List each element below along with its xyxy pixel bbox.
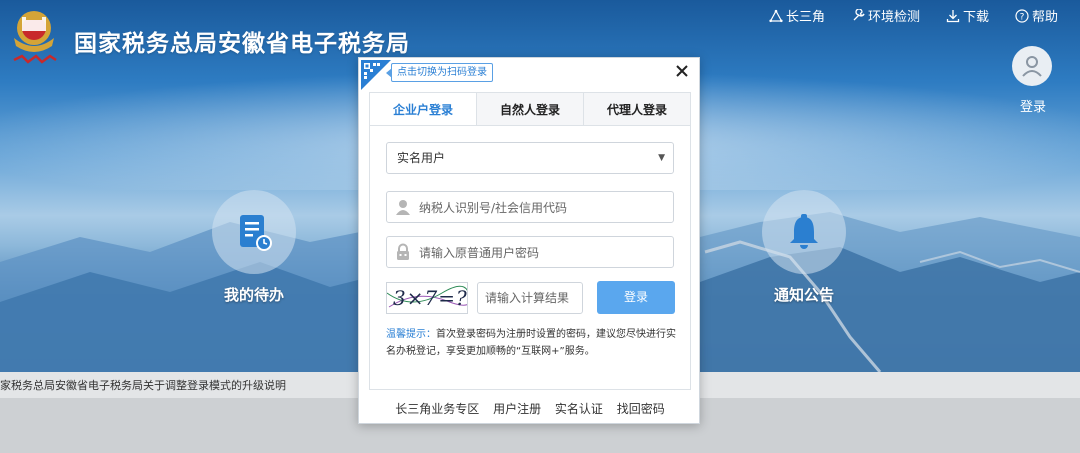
user-icon — [1022, 56, 1042, 77]
header-login-link[interactable]: 登录 — [1020, 96, 1046, 115]
todo-document-icon — [240, 215, 272, 251]
login-modal: 点击切换为扫码登录 企业户登录 自然人登录 代理人登录 实名用户 ▼ 纳税人识别… — [358, 57, 700, 424]
tip-label: 温馨提示： — [386, 329, 436, 340]
svg-text:?: ? — [1020, 12, 1025, 22]
link-yangtze-delta-zone[interactable]: 长三角业务专区 — [395, 402, 479, 416]
user-icon — [387, 198, 419, 216]
triangle-icon — [769, 9, 783, 22]
link-register[interactable]: 用户注册 — [493, 402, 541, 416]
site-title: 国家税务总局安徽省电子税务局 — [74, 31, 410, 57]
nav-label: 长三角 — [785, 10, 825, 25]
captcha-text: 3×7=? — [393, 286, 468, 310]
nav-label: 帮助 — [1031, 10, 1058, 25]
chevron-down-icon: ▼ — [658, 153, 665, 163]
nav-yangtze-delta[interactable]: 长三角 — [769, 6, 825, 25]
nav-help[interactable]: ? 帮助 — [1015, 6, 1058, 25]
tax-emblem-logo — [13, 11, 57, 64]
password-placeholder: 请输入原普通用户密码 — [419, 245, 540, 260]
password-input[interactable]: 请输入原普通用户密码 — [386, 236, 674, 268]
tab-agent[interactable]: 代理人登录 — [583, 93, 690, 125]
taxpayer-id-input[interactable]: 纳税人识别号/社会信用代码 — [386, 191, 674, 223]
help-icon: ? — [1015, 8, 1029, 23]
nav-download[interactable]: 下载 — [946, 6, 989, 25]
nav-label: 下载 — [962, 10, 989, 25]
login-tabs: 企业户登录 自然人登录 代理人登录 — [369, 92, 691, 125]
nav-label: 环境检测 — [867, 10, 920, 25]
lock-icon — [387, 243, 419, 261]
tab-individual[interactable]: 自然人登录 — [476, 93, 583, 125]
todo-circle[interactable] — [212, 190, 296, 274]
bell-icon — [790, 214, 818, 249]
wrench-icon — [853, 8, 865, 20]
notice-circle[interactable] — [762, 190, 846, 274]
taxpayer-id-placeholder: 纳税人识别号/社会信用代码 — [419, 200, 568, 215]
captcha-answer-input[interactable]: 请输入计算结果 — [477, 282, 583, 314]
link-recover-password[interactable]: 找回密码 — [617, 402, 665, 416]
feature-my-todo[interactable]: 我的待办 — [209, 190, 299, 305]
login-form: 实名用户 ▼ 纳税人识别号/社会信用代码 请输入原普通用户密码 3×7=? 请输… — [369, 125, 691, 390]
top-nav: 长三角 环境检测 下载 ? 帮助 — [743, 6, 1058, 25]
download-icon — [946, 9, 960, 22]
user-type-value: 实名用户 — [397, 151, 446, 165]
scan-login-tip[interactable]: 点击切换为扫码登录 — [386, 63, 493, 82]
captcha-image[interactable]: 3×7=? — [386, 282, 468, 314]
notice-link[interactable]: 家税务总局安徽省电子税务局关于调整登录模式的升级说明 — [0, 377, 286, 393]
close-icon[interactable] — [674, 63, 690, 79]
login-tip: 温馨提示：首次登录密码为注册时设置的密码，建议您尽快进行实名办税登记，享受更加顺… — [386, 326, 678, 360]
link-realname-auth[interactable]: 实名认证 — [555, 402, 603, 416]
login-button[interactable]: 登录 — [597, 281, 675, 314]
nav-env-check[interactable]: 环境检测 — [851, 6, 920, 25]
modal-footer-links: 长三角业务专区 用户注册 实名认证 找回密码 — [359, 400, 701, 417]
todo-label: 我的待办 — [223, 286, 284, 304]
feature-notices[interactable]: 通知公告 — [759, 190, 849, 305]
notice-label: 通知公告 — [773, 286, 834, 304]
user-type-select[interactable]: 实名用户 ▼ — [386, 142, 674, 174]
user-avatar[interactable] — [1012, 46, 1052, 86]
tab-enterprise[interactable]: 企业户登录 — [370, 93, 476, 125]
